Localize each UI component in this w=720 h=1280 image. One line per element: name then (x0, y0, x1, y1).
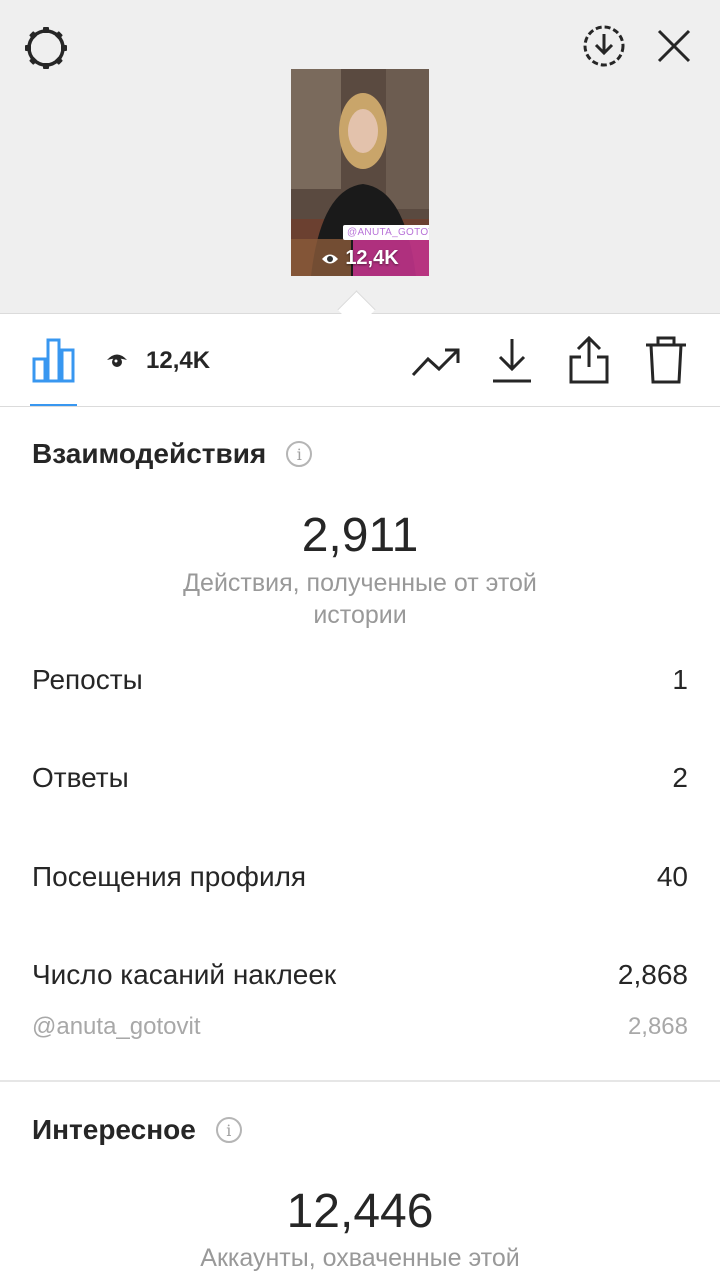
trash-icon[interactable] (642, 334, 690, 386)
section-divider (0, 1080, 720, 1082)
gear-icon[interactable] (20, 22, 72, 74)
story-thumbnail[interactable]: @ANUTA_GOTOVIT 12,4K (291, 69, 429, 276)
interactions-section-title: Взаимодействия i (32, 438, 313, 470)
stat-label: Репосты (32, 664, 143, 695)
info-icon[interactable]: i (215, 1117, 242, 1143)
interactions-caption: Действия, полученные от этой истории (183, 569, 537, 629)
stat-row-replies: Ответы 2 (32, 762, 688, 794)
download-icon[interactable] (490, 334, 534, 386)
info-icon[interactable]: i (286, 441, 313, 467)
view-count-value: 12,4K (146, 347, 211, 374)
active-tab-indicator (30, 404, 77, 406)
story-sticker: @ANUTA_GOTOVIT (343, 225, 429, 240)
view-count[interactable]: 12,4K (106, 346, 210, 376)
circle-download-icon[interactable] (580, 22, 628, 70)
discovery-section-title: Интересное i (32, 1114, 242, 1146)
stat-label: Число касаний наклеек (32, 959, 337, 990)
stat-label: @anuta_gotovit (32, 1013, 201, 1040)
stat-value: 2,868 (617, 959, 688, 990)
share-icon[interactable] (566, 334, 612, 386)
stat-label: Ответы (32, 762, 129, 793)
story-image (291, 69, 429, 276)
discovery-total: 12,446 (286, 1185, 434, 1238)
eye-icon (106, 347, 128, 375)
trend-icon[interactable] (410, 340, 462, 384)
stat-value: 40 (656, 861, 688, 892)
stat-value: 2 (672, 762, 688, 793)
stat-subrow-sticker-mention: @anuta_gotovit 2,868 (32, 1013, 688, 1041)
discovery-caption: Аккаунты, охваченные этой (200, 1244, 520, 1272)
stat-row-sticker-taps: Число касаний наклеек 2,868 (32, 959, 688, 991)
stat-label: Посещения профиля (32, 861, 307, 892)
stat-value: 1 (672, 664, 688, 695)
close-icon[interactable] (652, 24, 696, 68)
eye-icon (321, 252, 339, 266)
stat-row-profile-visits: Посещения профиля 40 (32, 861, 688, 893)
bar-chart-icon[interactable] (30, 336, 78, 384)
thumbnail-view-count: 12,4K (291, 247, 429, 270)
interactions-total: 2,911 (301, 509, 419, 562)
stat-row-reposts: Репосты 1 (32, 664, 688, 696)
stat-value: 2,868 (627, 1013, 688, 1040)
